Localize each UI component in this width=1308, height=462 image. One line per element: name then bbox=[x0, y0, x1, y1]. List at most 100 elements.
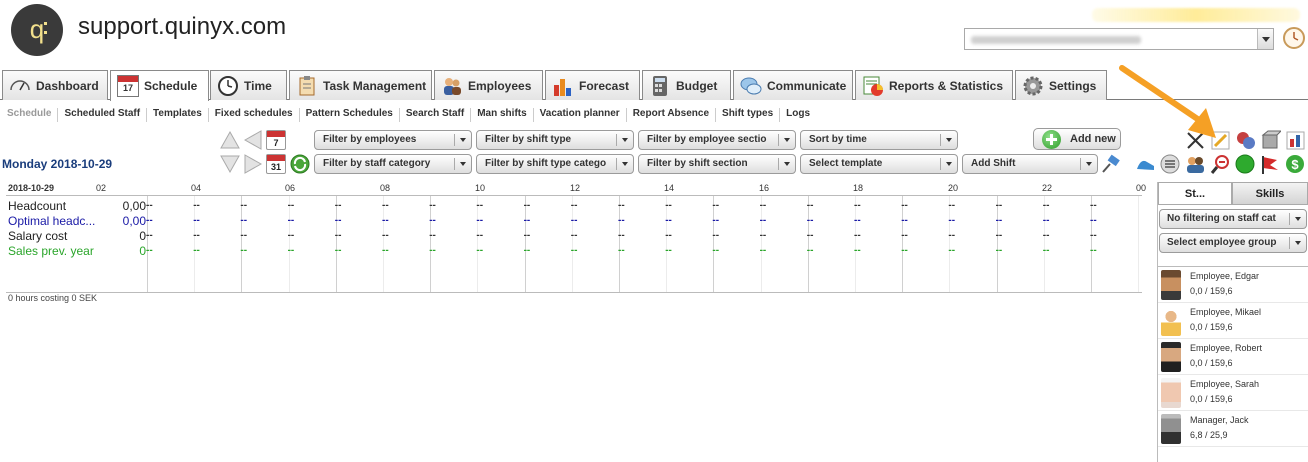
hour-label: 20 bbox=[948, 183, 959, 193]
sort-by-select[interactable]: Sort by time bbox=[800, 130, 958, 150]
tab-task-management[interactable]: Task Management bbox=[289, 70, 432, 100]
grid-cell: -- bbox=[523, 215, 531, 226]
grid-cell: -- bbox=[948, 215, 956, 226]
subnav-report-absence[interactable]: Report Absence bbox=[627, 108, 717, 122]
list-item[interactable]: Employee, Mikael 0,0 / 159,6 bbox=[1158, 303, 1308, 339]
main-tabs: Dashboard 17 Schedule Time Task Manageme… bbox=[0, 70, 1308, 101]
filter-employee-section-select[interactable]: Filter by employee sectio bbox=[638, 130, 796, 150]
chevron-down-icon[interactable] bbox=[1257, 29, 1273, 49]
tab-skills[interactable]: Skills bbox=[1232, 182, 1308, 205]
grid-cell: -- bbox=[712, 200, 720, 211]
grid-cell: -- bbox=[429, 245, 436, 256]
grid-cell: -- bbox=[759, 245, 767, 256]
tab-forecast[interactable]: Forecast bbox=[545, 70, 640, 100]
select-value: Add Shift bbox=[971, 158, 1016, 169]
grid-cell: -- bbox=[240, 245, 248, 256]
subnav-schedule[interactable]: Schedule bbox=[7, 108, 59, 122]
hour-label: 04 bbox=[191, 183, 202, 193]
employee-group-select[interactable]: Select employee group bbox=[1159, 233, 1307, 253]
grid-cell: -- bbox=[193, 215, 200, 226]
group-icon[interactable] bbox=[1185, 154, 1206, 175]
row-label-headcount: Headcount bbox=[8, 199, 67, 213]
filter-employees-select[interactable]: Filter by employees bbox=[314, 130, 472, 150]
shoe-icon[interactable] bbox=[1135, 154, 1156, 175]
subnav-vacation-planner[interactable]: Vacation planner bbox=[534, 108, 627, 122]
refresh-icon[interactable] bbox=[290, 154, 310, 174]
subnav-fixed-schedules[interactable]: Fixed schedules bbox=[209, 108, 300, 122]
list-item[interactable]: Employee, Sarah 0,0 / 159,6 bbox=[1158, 375, 1308, 411]
grid-cell: -- bbox=[618, 245, 625, 256]
grid-cell: -- bbox=[476, 230, 484, 241]
tab-staff[interactable]: St... bbox=[1158, 182, 1232, 205]
filter-staff-category-select[interactable]: Filter by staff category bbox=[314, 154, 472, 174]
staff-category-filter-select[interactable]: No filtering on staff cat bbox=[1159, 209, 1307, 229]
grid-cell: -- bbox=[995, 215, 1003, 226]
chevron-down-icon bbox=[622, 138, 628, 142]
tab-schedule[interactable]: 17 Schedule bbox=[110, 70, 209, 101]
filter-list-icon[interactable] bbox=[1160, 154, 1181, 175]
subnav-scheduled-staff[interactable]: Scheduled Staff bbox=[58, 108, 148, 122]
grid-cell: -- bbox=[570, 245, 578, 256]
grid-cell: -- bbox=[901, 245, 908, 256]
grid-cell: -- bbox=[334, 230, 342, 241]
arrow-up-icon[interactable] bbox=[220, 130, 240, 150]
clock-icon[interactable] bbox=[1282, 26, 1306, 50]
avatar bbox=[1161, 306, 1181, 336]
filter-shift-section-select[interactable]: Filter by shift section bbox=[638, 154, 796, 174]
grid-cell: -- bbox=[193, 200, 200, 211]
grid-cell: -- bbox=[240, 200, 248, 211]
tab-time[interactable]: Time bbox=[210, 70, 287, 100]
flag-icon[interactable] bbox=[1260, 154, 1281, 175]
arrow-down-icon[interactable] bbox=[220, 154, 240, 174]
grid-cell: -- bbox=[948, 200, 956, 211]
timeline-header: 2018-10-29 02 04 06 08 10 12 14 16 18 20… bbox=[6, 182, 1146, 196]
list-item[interactable]: Manager, Jack 6,8 / 25,9 bbox=[1158, 411, 1308, 447]
chart-icon[interactable] bbox=[1285, 130, 1306, 151]
grid-cell: -- bbox=[193, 245, 200, 256]
tab-reports-statistics[interactable]: Reports & Statistics bbox=[855, 70, 1013, 100]
list-item[interactable]: Employee, Edgar 0,0 / 159,6 bbox=[1158, 267, 1308, 303]
tab-communicate[interactable]: Communicate bbox=[733, 70, 853, 100]
subnav-shift-types[interactable]: Shift types bbox=[716, 108, 781, 122]
scissors-icon[interactable] bbox=[1185, 130, 1206, 151]
subnav-search-staff[interactable]: Search Staff bbox=[400, 108, 472, 122]
calendar-week-button[interactable]: 7 bbox=[266, 130, 286, 150]
tab-budget[interactable]: Budget bbox=[642, 70, 731, 100]
box-icon[interactable] bbox=[1260, 130, 1281, 151]
tab-dashboard[interactable]: Dashboard bbox=[2, 70, 108, 100]
dollar-icon[interactable]: $ bbox=[1285, 154, 1306, 175]
tab-settings[interactable]: Settings bbox=[1015, 70, 1107, 100]
grid-cell: -- bbox=[995, 230, 1003, 241]
select-template-select[interactable]: Select template bbox=[800, 154, 958, 174]
filter-shift-type-select[interactable]: Filter by shift type bbox=[476, 130, 634, 150]
subnav-pattern-schedules[interactable]: Pattern Schedules bbox=[300, 108, 400, 122]
subnav-logs[interactable]: Logs bbox=[780, 108, 816, 122]
calendar-month-button[interactable]: 31 bbox=[266, 154, 286, 174]
grid-cell: -- bbox=[806, 245, 814, 256]
arrow-left-icon[interactable] bbox=[243, 130, 263, 150]
filter-shift-type-category-select[interactable]: Filter by shift type catego bbox=[476, 154, 634, 174]
pin-tool-icon[interactable] bbox=[1100, 154, 1121, 175]
tab-employees[interactable]: Employees bbox=[434, 70, 543, 100]
unit-select[interactable] bbox=[964, 28, 1274, 50]
add-new-label: Add new bbox=[1070, 133, 1116, 145]
subnav-man-shifts[interactable]: Man shifts bbox=[471, 108, 534, 122]
select-value: Filter by shift type bbox=[485, 134, 572, 145]
add-shift-select[interactable]: Add Shift bbox=[962, 154, 1098, 174]
add-new-button[interactable]: Add new bbox=[1033, 128, 1121, 150]
right-panel: St... Skills No filtering on staff cat S… bbox=[1157, 182, 1308, 462]
zoom-out-icon[interactable] bbox=[1210, 154, 1231, 175]
arrow-right-icon[interactable] bbox=[243, 154, 263, 174]
list-item[interactable]: Employee, Robert 0,0 / 159,6 bbox=[1158, 339, 1308, 375]
grid-cell: -- bbox=[948, 230, 956, 241]
pencil-icon[interactable] bbox=[1210, 130, 1231, 151]
green-circle-icon[interactable] bbox=[1235, 154, 1256, 175]
people-settings-icon[interactable] bbox=[1235, 130, 1256, 151]
grid-cell: -- bbox=[334, 215, 342, 226]
hour-label: 12 bbox=[570, 183, 581, 193]
hour-label: 16 bbox=[759, 183, 770, 193]
employee-name: Manager, Jack bbox=[1190, 415, 1249, 425]
select-value: Sort by time bbox=[809, 134, 867, 145]
salary-cost-value: 0 bbox=[139, 229, 146, 243]
subnav-templates[interactable]: Templates bbox=[147, 108, 209, 122]
